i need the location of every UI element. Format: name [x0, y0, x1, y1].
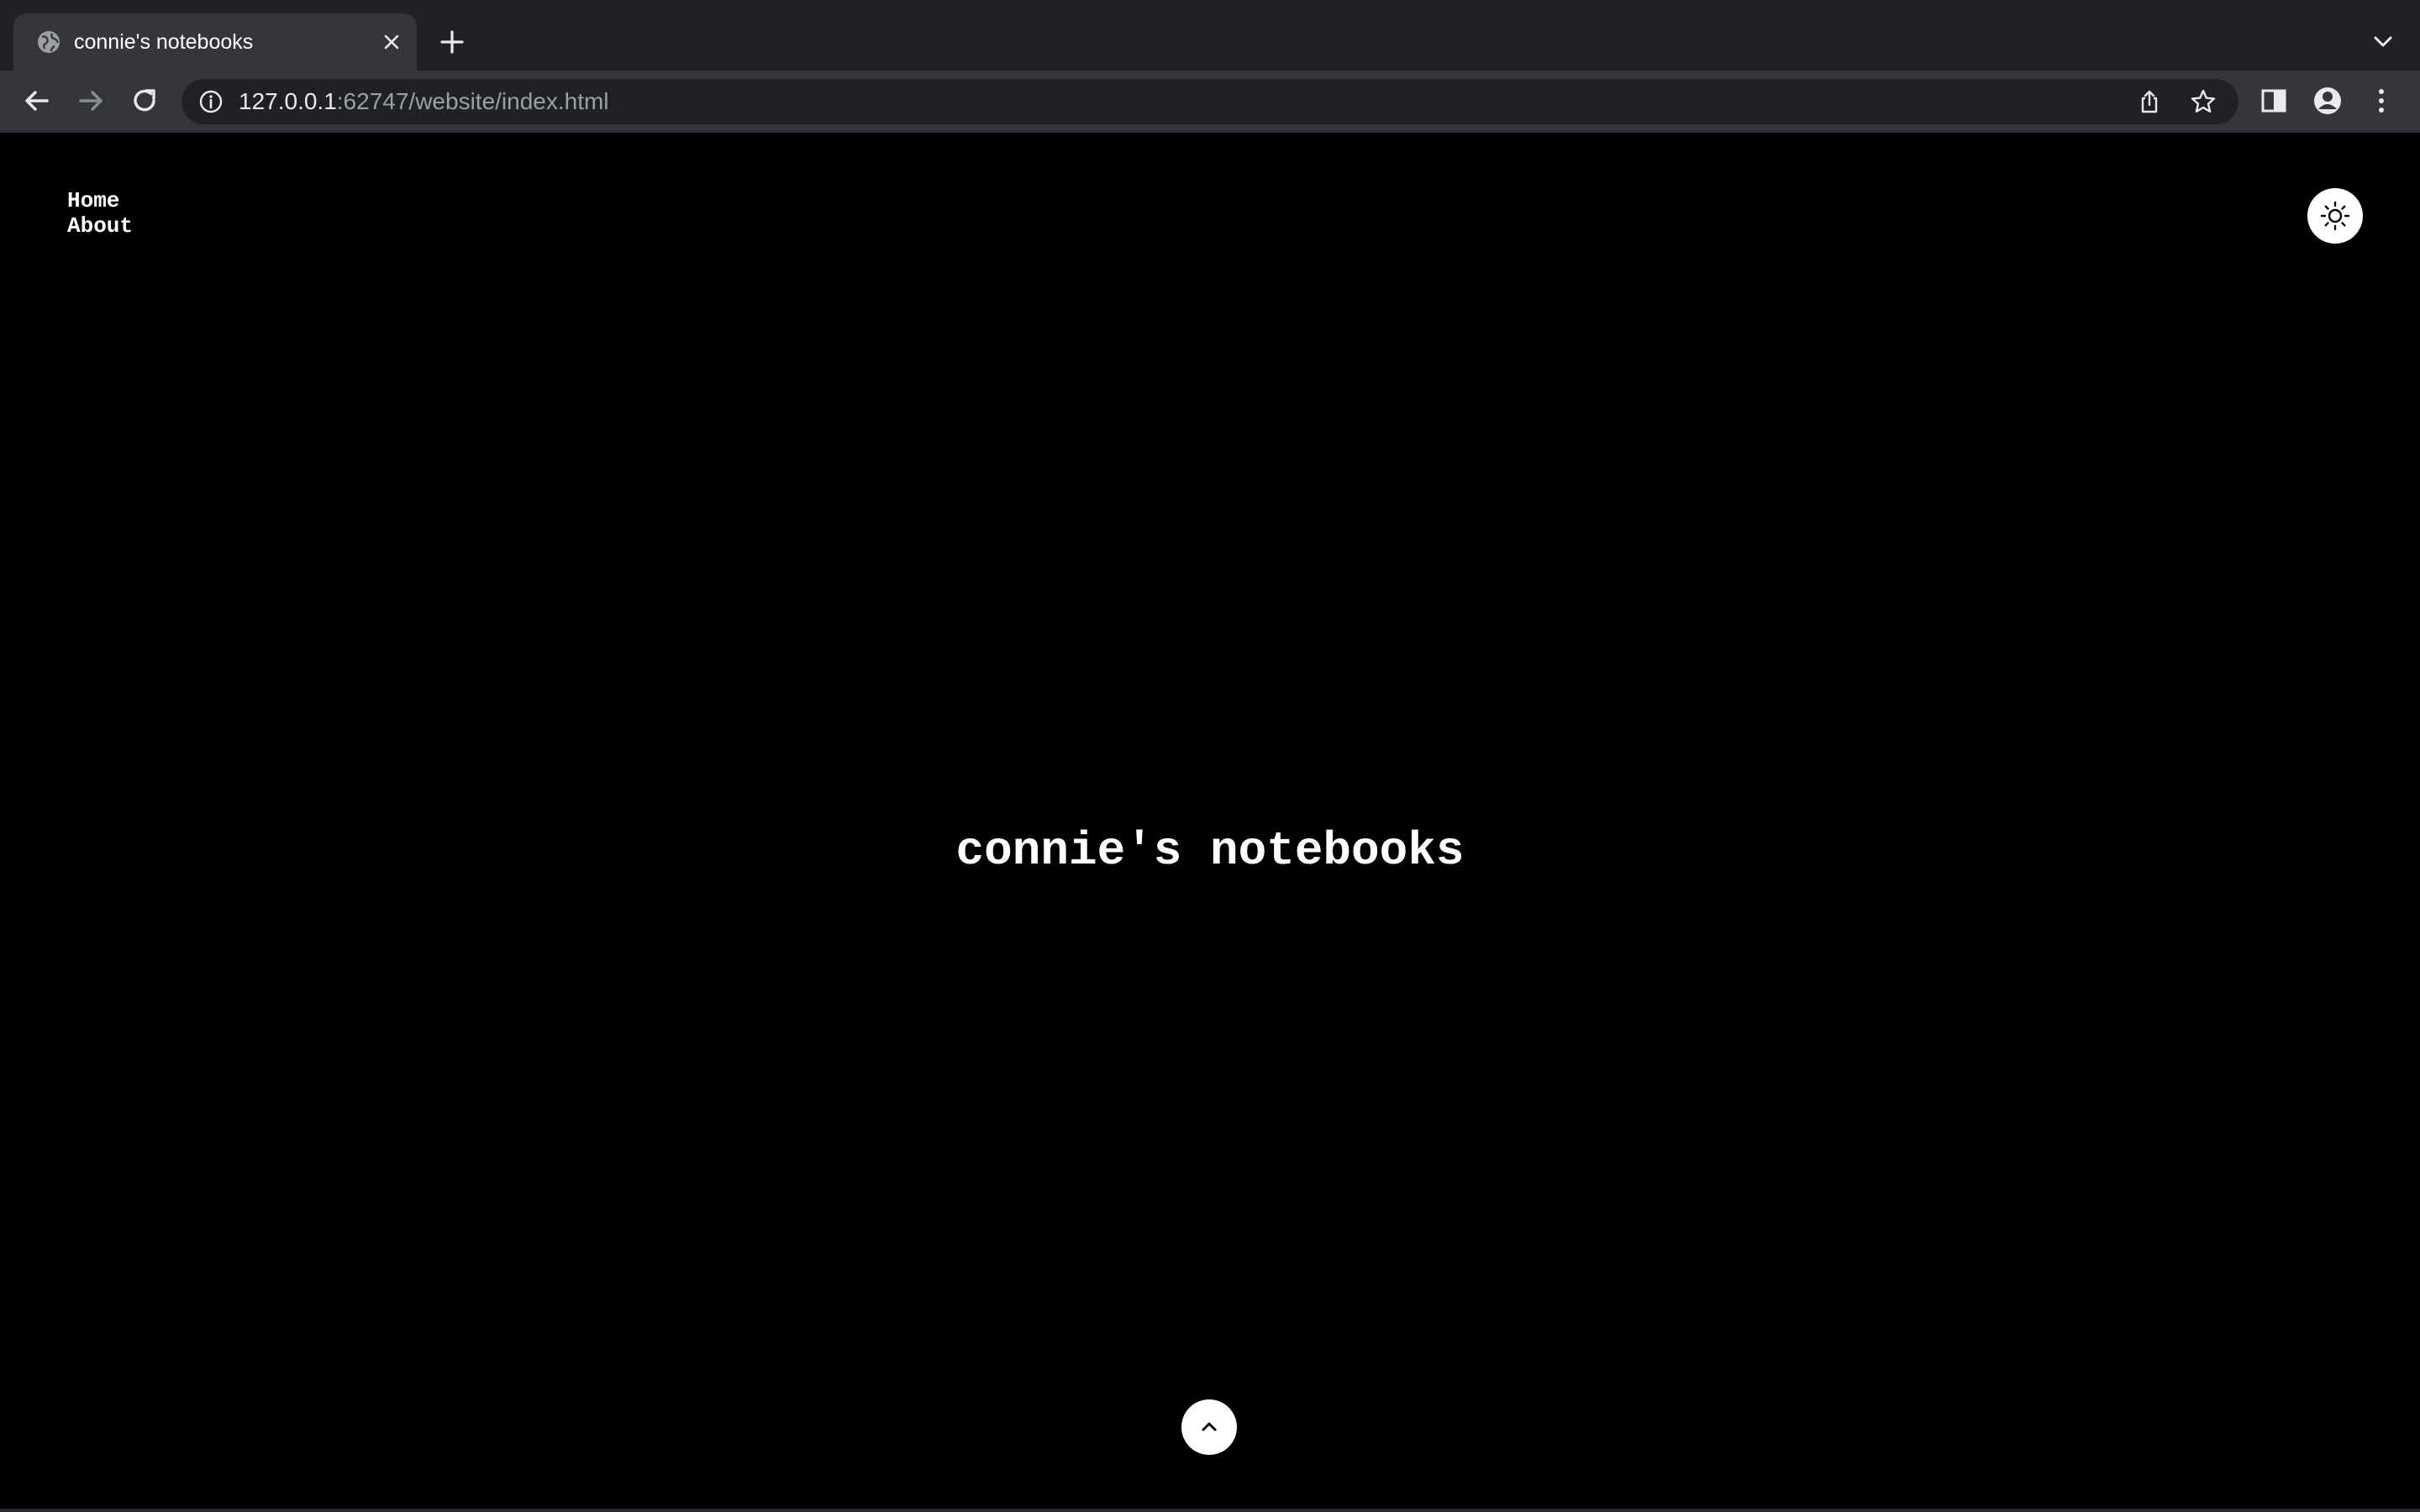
theme-toggle-button[interactable] [2307, 188, 2363, 244]
arrow-left-icon[interactable] [18, 82, 55, 119]
kebab-menu-icon[interactable] [2363, 82, 2400, 119]
globe-icon [38, 31, 60, 53]
side-panel-icon[interactable] [2255, 82, 2292, 119]
page-title: connie's notebooks [955, 824, 1465, 878]
reload-icon[interactable] [126, 82, 163, 119]
nav-link-about[interactable]: About [67, 213, 133, 239]
url-path: :62747/website/index.html [336, 88, 609, 114]
star-icon[interactable] [2190, 88, 2217, 115]
profile-icon[interactable] [2309, 82, 2346, 119]
scroll-to-top-button[interactable] [1181, 1399, 1237, 1455]
url-text[interactable]: 127.0.0.1:62747/website/index.html [239, 79, 609, 124]
browser-tabstrip: connie's notebooks [0, 0, 2420, 71]
address-bar[interactable]: 127.0.0.1:62747/website/index.html [182, 79, 2238, 124]
chevron-up-icon [1202, 1422, 1217, 1431]
nav-link-home[interactable]: Home [67, 188, 133, 213]
page-content: Home About connie's notebooks [0, 133, 2420, 1512]
site-nav: Home About [67, 188, 133, 239]
url-host: 127.0.0.1 [239, 88, 337, 114]
page-bottom-border [0, 1509, 2420, 1512]
browser-tab[interactable]: connie's notebooks [13, 13, 417, 71]
sun-icon [2320, 201, 2350, 231]
tab-title: connie's notebooks [74, 30, 254, 54]
info-icon[interactable] [198, 89, 224, 114]
arrow-right-icon[interactable] [72, 82, 109, 119]
share-icon[interactable] [2136, 88, 2163, 115]
close-icon[interactable] [380, 30, 403, 54]
plus-icon[interactable] [435, 25, 469, 59]
browser-toolbar: 127.0.0.1:62747/website/index.html [0, 71, 2420, 131]
chevron-down-icon[interactable] [2368, 29, 2398, 55]
